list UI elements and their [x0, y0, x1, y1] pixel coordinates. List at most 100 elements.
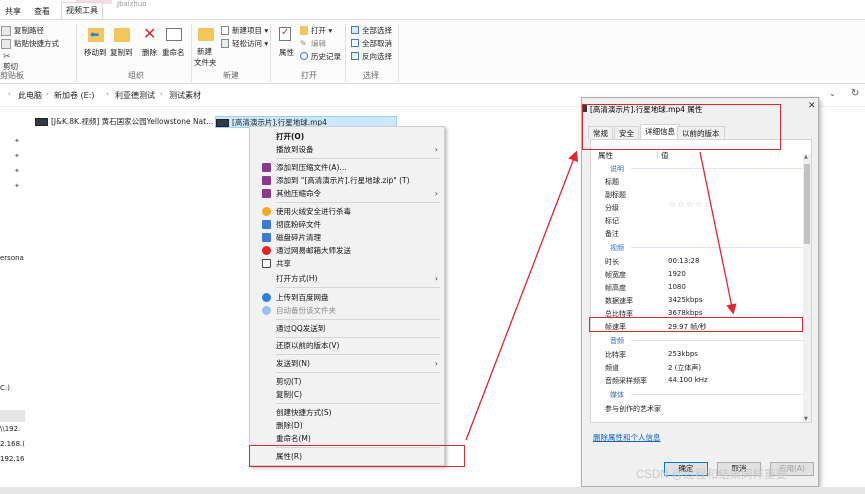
- menu-label: 发送到(N): [276, 359, 310, 368]
- prop-comments[interactable]: 备注: [605, 229, 619, 239]
- menu-item-add-to-zip[interactable]: 添加到 "[高清演示片].行星地球.zip" (T): [250, 174, 444, 187]
- menu-item-rename[interactable]: 重命名(M): [250, 432, 444, 445]
- properties-button[interactable]: 属性: [279, 47, 294, 58]
- select-none-button[interactable]: 全部取消: [362, 38, 392, 49]
- edit-button[interactable]: 编辑: [311, 38, 326, 49]
- menu-item-share[interactable]: 共享: [250, 257, 444, 270]
- details-scrollbar[interactable]: ▲ ▼: [803, 154, 811, 422]
- prop-duration[interactable]: 时长: [605, 257, 619, 267]
- menu-item-open-with[interactable]: 打开方式(H) ›: [250, 272, 444, 285]
- arrow-left-icon: ⬅: [90, 28, 100, 41]
- menu-item-other-compress[interactable]: 其他压缩命令 ›: [250, 187, 444, 200]
- nav-item-personal[interactable]: ersona: [0, 254, 24, 262]
- invert-selection-button[interactable]: 反向选择: [362, 51, 392, 62]
- chevron-right-icon: ›: [434, 359, 438, 368]
- scrollbar-thumb[interactable]: [804, 164, 810, 244]
- breadcrumb-drive-e[interactable]: 新加卷 (E:): [54, 90, 95, 101]
- menu-item-auto-backup[interactable]: 自动备份该文件夹: [250, 304, 444, 317]
- menu-item-baidu-upload[interactable]: 上传到百度网盘: [250, 291, 444, 304]
- menu-item-shred-file[interactable]: 彻底粉碎文件: [250, 218, 444, 231]
- menu-label: 创建快捷方式(S): [276, 408, 332, 417]
- prop-data-rate[interactable]: 数据速率: [605, 296, 633, 306]
- menu-label: 添加到 "[高清演示片].行星地球.zip" (T): [276, 176, 410, 185]
- open-icon: [300, 26, 308, 35]
- nav-item-network-1[interactable]: \\192.: [0, 425, 20, 433]
- organize-group-label: 组织: [128, 71, 144, 80]
- prop-frame-width[interactable]: 帧宽度: [605, 270, 626, 280]
- select-all-button[interactable]: 全部选择: [362, 25, 392, 36]
- prop-title[interactable]: 标题: [605, 177, 619, 187]
- menu-item-open[interactable]: 打开(O): [250, 130, 444, 143]
- prop-channels[interactable]: 频道: [605, 363, 619, 373]
- open-button[interactable]: 打开 ▾: [311, 25, 332, 36]
- menu-item-send-via-qq[interactable]: 通过QQ发送到: [250, 322, 444, 335]
- menu-item-add-to-archive[interactable]: 添加到压缩文件(A)...: [250, 161, 444, 174]
- new-item-button[interactable]: 新建项目 ▾: [232, 25, 268, 36]
- menu-item-defrag[interactable]: 磁盘碎片清理: [250, 231, 444, 244]
- menu-label: 剪切(T): [276, 377, 302, 386]
- history-button[interactable]: 历史记录: [311, 51, 341, 62]
- copy-path-button[interactable]: 复制路径: [14, 25, 44, 36]
- section-description: 说明: [610, 165, 624, 173]
- pin-icon[interactable]: ✦: [14, 167, 20, 175]
- menu-item-send-netease-mail[interactable]: 通过网易邮箱大师发送: [250, 244, 444, 257]
- prop-contributing-artists[interactable]: 参与创作的艺术家: [605, 404, 661, 414]
- address-controls: ⌄ ↻: [829, 88, 865, 103]
- breadcrumb-this-pc[interactable]: 此电脑: [18, 90, 42, 101]
- refresh-icon[interactable]: ↻: [851, 88, 859, 99]
- nav-item-network-2[interactable]: 2.168.(: [0, 440, 25, 448]
- pin-icon[interactable]: ✦: [14, 137, 20, 145]
- menu-label: 自动备份该文件夹: [276, 306, 336, 315]
- chevron-down-icon[interactable]: ⌄: [829, 89, 836, 98]
- navigation-pane: ✦ ✦ ✦ ✦ ersona C:) \\192. 2.168.( 192.16: [0, 107, 25, 487]
- breadcrumb-test-assets[interactable]: 测试素材: [169, 90, 201, 101]
- rename-button[interactable]: 重命名: [162, 47, 185, 58]
- new-folder-button[interactable]: 新建: [197, 46, 212, 57]
- menu-item-delete[interactable]: 删除(D): [250, 419, 444, 432]
- delete-button[interactable]: 删除: [142, 47, 157, 58]
- paste-shortcut-button[interactable]: 粘贴快捷方式: [14, 38, 59, 49]
- annotation-box-properties-item: [249, 445, 465, 467]
- scroll-up-icon[interactable]: ▲: [804, 154, 808, 160]
- prop-tags[interactable]: 标记: [605, 216, 619, 226]
- column-header-property[interactable]: 属性: [598, 150, 613, 161]
- disk-icon: [262, 233, 271, 242]
- menu-item-restore-versions[interactable]: 还原以前的版本(V): [250, 339, 444, 352]
- pin-icon[interactable]: ✦: [14, 152, 20, 160]
- breadcrumb-liad-test[interactable]: 利亚德测试: [115, 90, 155, 101]
- column-header-value[interactable]: 值: [661, 150, 669, 161]
- nav-item-drive-c[interactable]: C:): [0, 384, 10, 392]
- details-panel: 属性 值 说明 标题 副标题 分级 ☆☆☆☆☆ 标记 备注 视频 时长 00:1…: [590, 139, 812, 423]
- remove-properties-link[interactable]: 删除属性和个人信息: [593, 432, 661, 443]
- scroll-down-icon[interactable]: ▼: [804, 416, 808, 422]
- nav-item-network-3[interactable]: 192.16: [0, 455, 25, 463]
- new-folder-button-line2[interactable]: 文件夹: [194, 57, 217, 68]
- ribbon-tab-bar: Jbaizhuo 共享 查看 视频工具: [0, 0, 865, 19]
- menu-item-send-to[interactable]: 发送到(N) ›: [250, 357, 444, 370]
- prop-subtitle[interactable]: 副标题: [605, 190, 626, 200]
- menu-item-cast-to-device[interactable]: 播放到设备 ›: [250, 143, 444, 156]
- menu-separator: [276, 319, 440, 320]
- value-total-bitrate: 3678kbps: [668, 309, 703, 317]
- prop-audio-bitrate[interactable]: 比特率: [605, 350, 626, 360]
- file-item[interactable]: [J&K.8K.视频] 黄石国家公园Yellowstone Nat...: [35, 116, 213, 128]
- close-icon[interactable]: ✕: [808, 101, 816, 111]
- menu-label: 通过QQ发送到: [276, 324, 326, 333]
- easy-access-button[interactable]: 轻松访问 ▾: [232, 38, 268, 49]
- tab-share[interactable]: 共享: [1, 4, 25, 19]
- menu-item-huorong-scan[interactable]: 使用火绒安全进行杀毒: [250, 205, 444, 218]
- copy-to-button[interactable]: 复制到: [110, 47, 133, 58]
- menu-item-create-shortcut[interactable]: 创建快捷方式(S): [250, 406, 444, 419]
- tab-view[interactable]: 查看: [30, 4, 54, 19]
- tab-video-tools[interactable]: 视频工具: [61, 2, 103, 19]
- move-to-button[interactable]: 移动到: [84, 47, 107, 58]
- menu-item-cut[interactable]: 剪切(T): [250, 375, 444, 388]
- new-item-icon: [221, 26, 229, 35]
- prop-sample-rate[interactable]: 音频采样频率: [605, 376, 647, 386]
- rating-stars[interactable]: ☆☆☆☆☆: [668, 200, 713, 210]
- prop-rating[interactable]: 分级: [605, 203, 619, 213]
- menu-separator: [276, 158, 440, 159]
- menu-item-copy[interactable]: 复制(C): [250, 388, 444, 401]
- prop-frame-height[interactable]: 帧高度: [605, 283, 626, 293]
- pin-icon[interactable]: ✦: [14, 182, 20, 190]
